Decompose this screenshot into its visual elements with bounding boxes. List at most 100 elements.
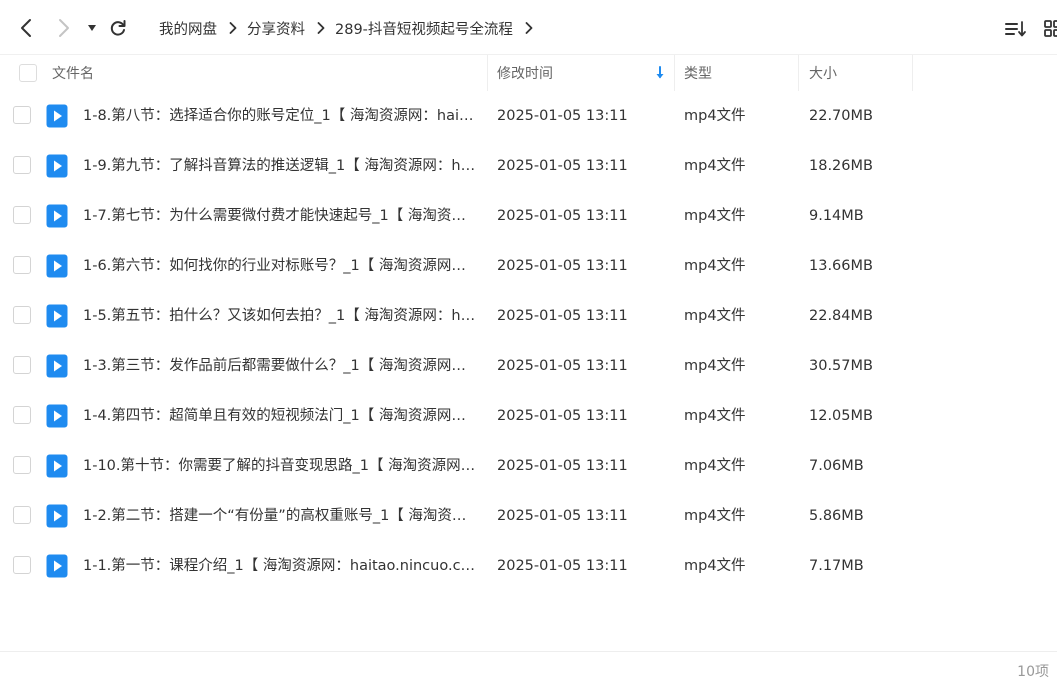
video-file-icon: [46, 154, 68, 178]
breadcrumb-item[interactable]: 分享资料: [247, 18, 305, 39]
video-file-icon: [46, 304, 68, 328]
sort-list-icon: [1005, 21, 1026, 37]
file-name[interactable]: 1-1.第一节：课程介绍_1【 海淘资源网：haitao.nincuo.com】…: [83, 541, 477, 591]
file-size: 12.05MB: [809, 408, 873, 424]
file-name[interactable]: 1-7.第七节：为什么需要微付费才能快速起号_1【 海淘资源网：haitao.n…: [83, 191, 477, 241]
column-name[interactable]: 文件名: [52, 55, 94, 91]
chevron-right-icon: [317, 22, 325, 34]
file-type: mp4文件: [684, 408, 746, 424]
back-button[interactable]: [14, 14, 38, 42]
file-size: 13.66MB: [809, 258, 873, 274]
column-header: 文件名 修改时间 类型 大小: [0, 55, 1057, 91]
row-checkbox[interactable]: [13, 256, 31, 274]
file-modified-time: 2025-01-05 13:11: [497, 308, 628, 324]
chevron-right-icon: [525, 22, 533, 34]
file-size: 9.14MB: [809, 208, 864, 224]
file-modified-time: 2025-01-05 13:11: [497, 258, 628, 274]
file-list: 1-8.第八节：选择适合你的账号定位_1【 海淘资源网：haitao.nincu…: [0, 91, 1057, 591]
video-file-icon: [46, 104, 68, 128]
column-type-label: 类型: [684, 66, 712, 82]
select-all-checkbox[interactable]: [19, 55, 37, 91]
chevron-right-icon: [229, 22, 237, 34]
row-checkbox[interactable]: [13, 556, 31, 574]
column-divider: [798, 55, 799, 91]
refresh-button[interactable]: [106, 14, 130, 42]
file-size: 30.57MB: [809, 358, 873, 374]
video-file-icon: [46, 454, 68, 478]
breadcrumb-item[interactable]: 289-抖音短视频起号全流程: [335, 18, 513, 39]
table-row[interactable]: 1-9.第九节：了解抖音算法的推送逻辑_1【 海淘资源网：haitao.ninc…: [0, 141, 1057, 191]
file-name[interactable]: 1-8.第八节：选择适合你的账号定位_1【 海淘资源网：haitao.nincu…: [83, 91, 477, 141]
file-name[interactable]: 1-4.第四节：超简单且有效的短视频法门_1【 海淘资源网：haitao.nin…: [83, 391, 477, 441]
file-type: mp4文件: [684, 308, 746, 324]
file-name[interactable]: 1-10.第十节：你需要了解的抖音变现思路_1【 海淘资源网：haitao.ni…: [83, 441, 477, 491]
breadcrumb: 我的网盘 分享资料 289-抖音短视频起号全流程: [159, 16, 543, 40]
row-checkbox[interactable]: [13, 406, 31, 424]
table-row[interactable]: 1-2.第二节：搭建一个“有份量”的高权重账号_1【 海淘资源网：haitao.…: [0, 491, 1057, 541]
table-row[interactable]: 1-5.第五节：拍什么？又该如何去拍？_1【 海淘资源网：haitao.ninc…: [0, 291, 1057, 341]
table-row[interactable]: 1-3.第三节：发作品前后都需要做什么？_1【 海淘资源网：haitao.nin…: [0, 341, 1057, 391]
grid-view-button[interactable]: [1040, 17, 1057, 41]
file-modified-time: 2025-01-05 13:11: [497, 558, 628, 574]
file-size: 18.26MB: [809, 158, 873, 174]
breadcrumb-item[interactable]: 我的网盘: [159, 18, 217, 39]
toolbar: 我的网盘 分享资料 289-抖音短视频起号全流程: [0, 0, 1057, 55]
history-dropdown-icon: [88, 25, 96, 31]
row-checkbox[interactable]: [13, 306, 31, 324]
file-type: mp4文件: [684, 558, 746, 574]
file-size: 7.17MB: [809, 558, 864, 574]
forward-button[interactable]: [52, 14, 76, 42]
file-name[interactable]: 1-9.第九节：了解抖音算法的推送逻辑_1【 海淘资源网：haitao.ninc…: [83, 141, 477, 191]
status-bar: 10项: [0, 651, 1057, 682]
table-row[interactable]: 1-6.第六节：如何找你的行业对标账号？_1【 海淘资源网：haitao.nin…: [0, 241, 1057, 291]
file-modified-time: 2025-01-05 13:11: [497, 408, 628, 424]
row-checkbox[interactable]: [13, 206, 31, 224]
video-file-icon: [46, 404, 68, 428]
sort-desc-icon[interactable]: [655, 55, 665, 91]
history-dropdown-button[interactable]: [82, 14, 102, 42]
file-name[interactable]: 1-2.第二节：搭建一个“有份量”的高权重账号_1【 海淘资源网：haitao.…: [83, 491, 477, 541]
file-name[interactable]: 1-3.第三节：发作品前后都需要做什么？_1【 海淘资源网：haitao.nin…: [83, 341, 477, 391]
file-modified-time: 2025-01-05 13:11: [497, 358, 628, 374]
column-divider: [487, 55, 488, 91]
file-size: 7.06MB: [809, 458, 864, 474]
file-size: 5.86MB: [809, 508, 864, 524]
column-size-label: 大小: [809, 66, 837, 82]
file-type: mp4文件: [684, 208, 746, 224]
file-type: mp4文件: [684, 458, 746, 474]
file-modified-time: 2025-01-05 13:11: [497, 508, 628, 524]
row-checkbox[interactable]: [13, 456, 31, 474]
file-size: 22.70MB: [809, 108, 873, 124]
file-type: mp4文件: [684, 258, 746, 274]
row-checkbox[interactable]: [13, 156, 31, 174]
file-name[interactable]: 1-5.第五节：拍什么？又该如何去拍？_1【 海淘资源网：haitao.ninc…: [83, 291, 477, 341]
refresh-icon: [110, 20, 126, 36]
file-modified-time: 2025-01-05 13:11: [497, 208, 628, 224]
sort-list-button[interactable]: [1004, 17, 1028, 41]
row-checkbox[interactable]: [13, 506, 31, 524]
table-row[interactable]: 1-7.第七节：为什么需要微付费才能快速起号_1【 海淘资源网：haitao.n…: [0, 191, 1057, 241]
video-file-icon: [46, 204, 68, 228]
file-type: mp4文件: [684, 508, 746, 524]
row-checkbox[interactable]: [13, 106, 31, 124]
table-row[interactable]: 1-8.第八节：选择适合你的账号定位_1【 海淘资源网：haitao.nincu…: [0, 91, 1057, 141]
table-row[interactable]: 1-4.第四节：超简单且有效的短视频法门_1【 海淘资源网：haitao.nin…: [0, 391, 1057, 441]
column-name-label: 文件名: [52, 66, 94, 82]
column-size[interactable]: 大小: [809, 55, 837, 91]
column-modified[interactable]: 修改时间: [497, 55, 553, 91]
table-row[interactable]: 1-1.第一节：课程介绍_1【 海淘资源网：haitao.nincuo.com】…: [0, 541, 1057, 591]
file-modified-time: 2025-01-05 13:11: [497, 158, 628, 174]
video-file-icon: [46, 254, 68, 278]
file-type: mp4文件: [684, 358, 746, 374]
column-divider: [674, 55, 675, 91]
file-size: 22.84MB: [809, 308, 873, 324]
video-file-icon: [46, 354, 68, 378]
file-modified-time: 2025-01-05 13:11: [497, 458, 628, 474]
file-name[interactable]: 1-6.第六节：如何找你的行业对标账号？_1【 海淘资源网：haitao.nin…: [83, 241, 477, 291]
file-type: mp4文件: [684, 108, 746, 124]
file-modified-time: 2025-01-05 13:11: [497, 108, 628, 124]
row-checkbox[interactable]: [13, 356, 31, 374]
table-row[interactable]: 1-10.第十节：你需要了解的抖音变现思路_1【 海淘资源网：haitao.ni…: [0, 441, 1057, 491]
forward-arrow-icon: [59, 19, 69, 37]
column-type[interactable]: 类型: [684, 55, 712, 91]
